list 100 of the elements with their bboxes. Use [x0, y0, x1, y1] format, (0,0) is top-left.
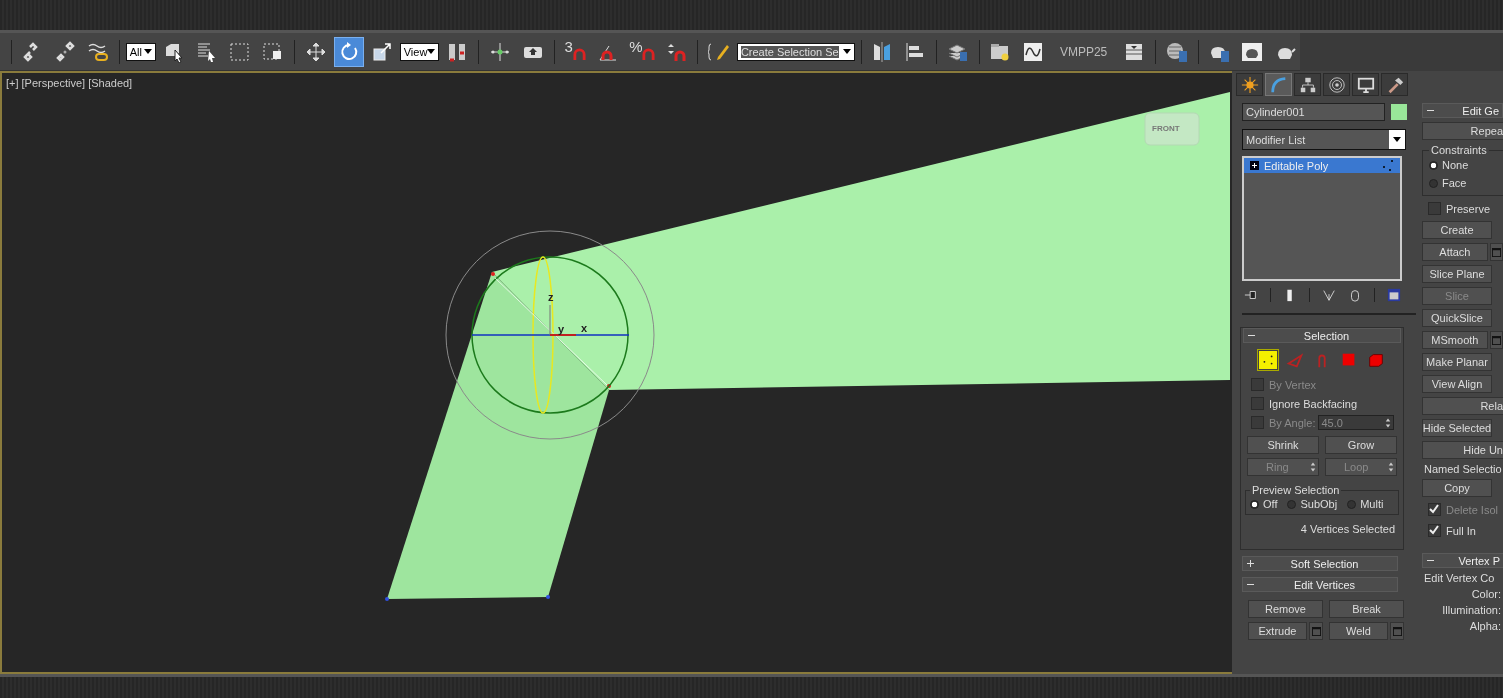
field-label: Illumination:	[1441, 604, 1502, 616]
modifier-label: Editable Poly	[1264, 159, 1329, 172]
viewport-label[interactable]: [Shaded]	[88, 77, 133, 89]
dropdown-arrow-icon	[427, 49, 436, 54]
modifier-stack-item[interactable]: Editable Poly	[1244, 158, 1400, 173]
viewport-label[interactable]: [Perspective]	[21, 77, 86, 89]
edit-geometry-button[interactable]: QuickSlice	[1422, 309, 1492, 327]
spinner-arrows-icon	[1310, 461, 1316, 473]
script-button[interactable]: VMPP25	[1050, 36, 1117, 67]
target-icon	[1327, 75, 1346, 94]
rollout-header[interactable]: Edit Ge	[1422, 103, 1503, 118]
axis-label: z	[548, 291, 554, 303]
element-level-icon	[1367, 351, 1385, 369]
pencil-braces-icon	[707, 40, 730, 63]
dropdown-arrow-icon	[1393, 137, 1401, 142]
snap-toggle-button[interactable]: 3	[560, 36, 591, 67]
checkmark-icon	[1429, 525, 1439, 535]
named-selection-dropdown[interactable]: Create Selection Se	[736, 42, 855, 61]
edit-geometry-button[interactable]: Slice Plane	[1422, 265, 1492, 283]
checkbox-option[interactable]: Full In	[1422, 522, 1503, 539]
edit-geometry-button[interactable]: Hide Selected	[1422, 419, 1492, 437]
subobject-level-button[interactable]	[1257, 349, 1279, 371]
window-icon	[1311, 626, 1321, 636]
edit-geometry-button[interactable]: Rela	[1422, 397, 1503, 415]
monitor-icon	[1356, 75, 1375, 94]
object-color-swatch[interactable]	[1391, 104, 1407, 120]
edit-vertices-button[interactable]: Remove	[1248, 600, 1323, 618]
dropdown-arrow-icon	[144, 49, 153, 54]
spinner-arrows-icon	[1385, 416, 1392, 429]
selection-filter-dropdown[interactable]: All	[125, 42, 157, 61]
checkbox-option[interactable]: Preserve	[1422, 200, 1503, 217]
command-panel-tab[interactable]	[1323, 73, 1350, 96]
group-title: Edit Vertex Co	[1423, 572, 1496, 584]
pin-icon[interactable]	[1244, 288, 1258, 302]
dashed-rectangle-icon	[229, 40, 252, 63]
selection-button[interactable]: Shrink	[1247, 436, 1319, 454]
edit-geometry-button[interactable]: Hide Un	[1422, 441, 1503, 459]
edge-level-icon	[1286, 351, 1304, 369]
perspective-viewport[interactable]: [+] [Perspective] [Shaded] z y x FRONT	[0, 71, 1232, 674]
broken-chain-icon	[54, 40, 77, 63]
radio-option[interactable]: Multi	[1347, 498, 1384, 510]
selection-button[interactable]: Grow	[1325, 436, 1397, 454]
checker-sphere-icon	[1165, 40, 1188, 63]
manipulator-icon	[488, 40, 511, 63]
field-label: Color:	[1470, 588, 1502, 600]
radio-option[interactable]: SubObj	[1287, 498, 1338, 510]
edit-vertices-button[interactable]: Extrude	[1248, 622, 1307, 640]
dropdown-arrow-icon	[842, 49, 851, 54]
window-icon	[1491, 335, 1501, 345]
move-icon	[304, 40, 327, 63]
edit-geometry-button[interactable]: View Align	[1422, 375, 1492, 393]
edit-geometry-button[interactable]: Make Planar	[1422, 353, 1492, 371]
rollout-header[interactable]: Soft Selection	[1242, 556, 1398, 571]
mouse-icon[interactable]	[1348, 288, 1362, 302]
angle-spinner-field[interactable]: 45.0	[1318, 415, 1395, 430]
sun-icon	[1240, 75, 1259, 94]
teapot-frame-icon	[1241, 40, 1264, 63]
command-panel-tab[interactable]	[1294, 73, 1321, 96]
edit-vertices-button[interactable]: Weld	[1329, 622, 1388, 640]
curve-graph-icon	[1021, 40, 1044, 63]
edit-geometry-button[interactable]: Create	[1422, 221, 1492, 239]
edit-geometry-button[interactable]: Copy	[1422, 479, 1492, 497]
percent-snap-button[interactable]: %	[626, 36, 659, 67]
transform-tool-button[interactable]	[333, 36, 364, 67]
expand-icon	[1250, 161, 1259, 170]
modifier-list-dropdown[interactable]: Modifier List	[1242, 129, 1406, 150]
group-title: Preview Selection	[1251, 484, 1341, 496]
edit-geometry-button[interactable]: Attach	[1422, 243, 1488, 261]
selection-status-text: 4 Vertices Selected	[1299, 522, 1396, 537]
edit-vertices-button[interactable]: Break	[1329, 600, 1404, 618]
spinner-arrows-icon	[1388, 461, 1394, 473]
command-panel-tab[interactable]	[1352, 73, 1379, 96]
rollout-header[interactable]: Edit Vertices	[1242, 577, 1398, 592]
viewport-label[interactable]: [+]	[6, 77, 19, 89]
hierarchy-icon	[1298, 75, 1317, 94]
command-panel-tab[interactable]	[1236, 73, 1263, 96]
radio-option[interactable]: None	[1429, 156, 1501, 174]
window-icon	[1491, 247, 1501, 257]
checkmark-icon	[1429, 504, 1439, 514]
reference-coordinate-dropdown[interactable]: View	[399, 42, 440, 61]
checkbox-option[interactable]: Ignore Backfacing	[1243, 394, 1401, 413]
radio-option[interactable]: Face	[1429, 174, 1501, 192]
curve-icon	[1269, 75, 1288, 94]
command-panel-tab[interactable]	[1381, 73, 1408, 96]
axis-label: x	[581, 322, 588, 334]
window-icon	[1392, 626, 1402, 636]
section-label: Named Selectio	[1423, 463, 1503, 475]
edit-geometry-button[interactable]: Repea	[1422, 122, 1503, 140]
rollout-header[interactable]: Vertex P	[1422, 553, 1503, 568]
radio-option[interactable]: Off	[1250, 498, 1278, 510]
object-name-field[interactable]: Cylinder001	[1242, 103, 1385, 121]
magnet-icon	[642, 47, 656, 61]
viewcube-label: FRONT	[1152, 124, 1180, 133]
rollout-header[interactable]: Selection	[1243, 328, 1401, 343]
configure-icon[interactable]	[1387, 288, 1401, 302]
vertex-level-icon	[1259, 351, 1277, 369]
fork-icon[interactable]	[1322, 288, 1336, 302]
magnet-icon	[572, 47, 586, 61]
axis-label: y	[558, 323, 565, 335]
edit-geometry-button[interactable]: MSmooth	[1422, 331, 1488, 349]
